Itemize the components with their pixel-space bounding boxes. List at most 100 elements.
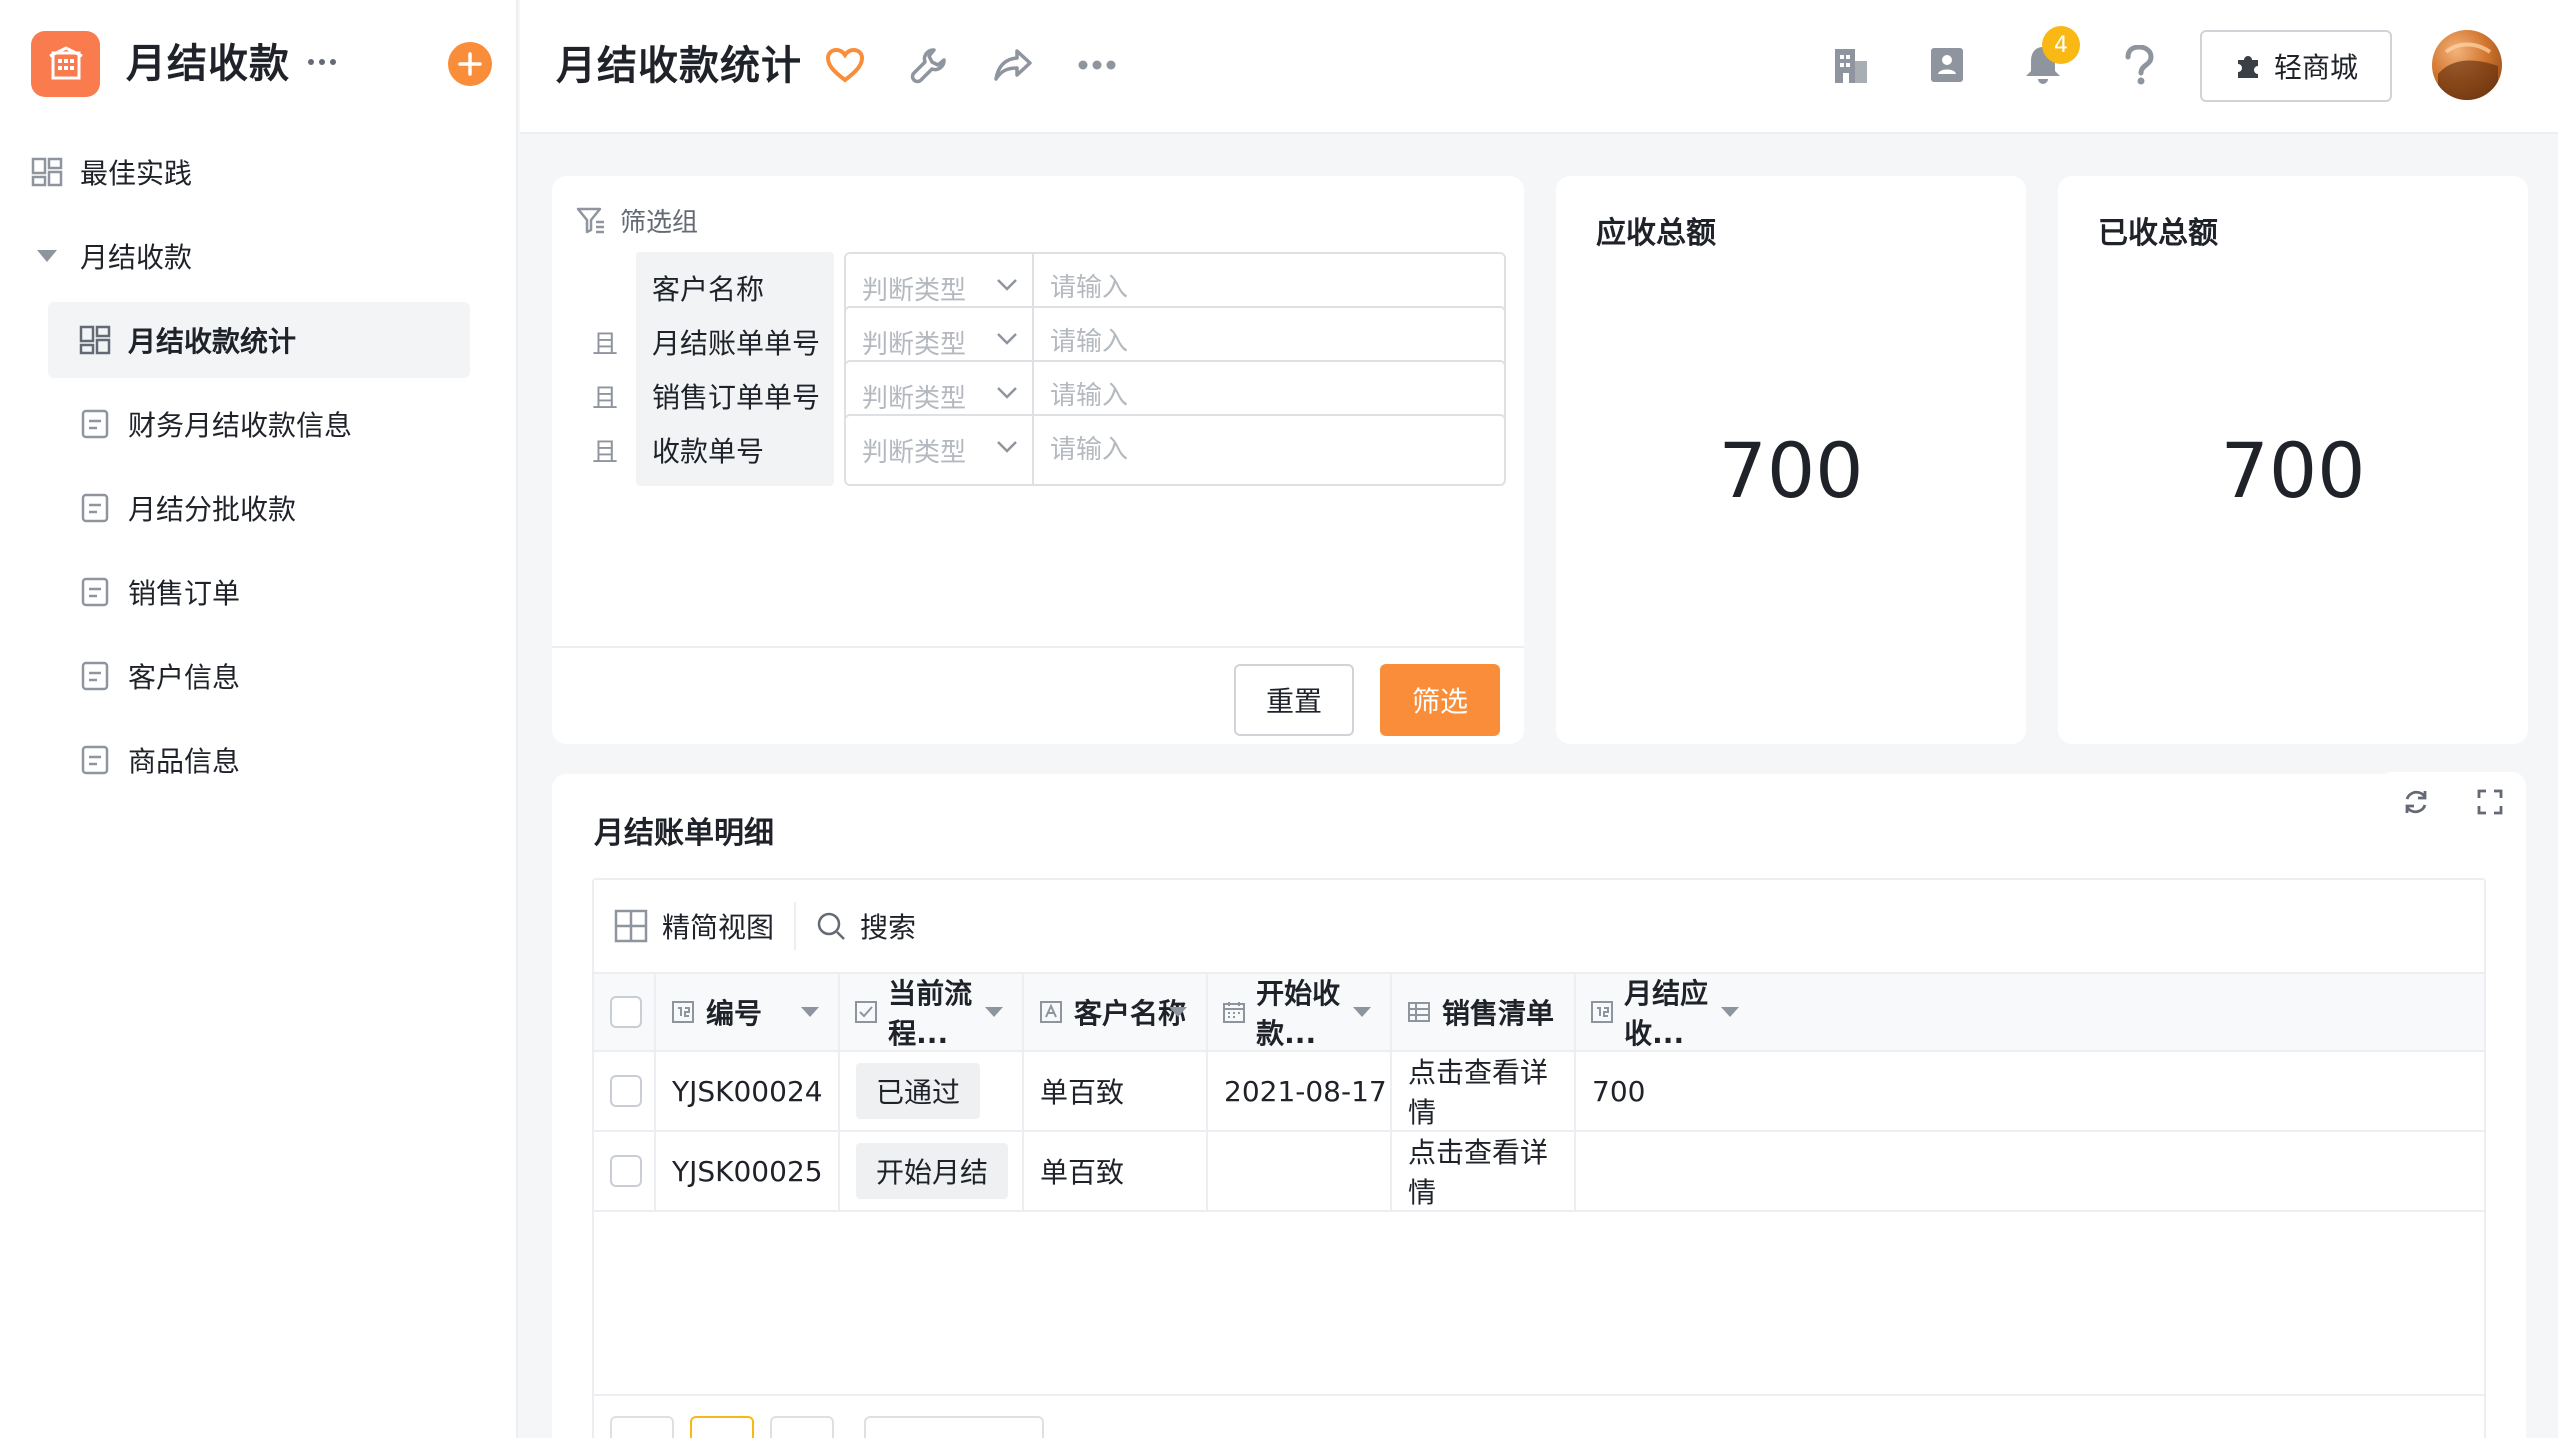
cell-status: 开始月结 (840, 1132, 1024, 1210)
sidebar-item-sales-order[interactable]: 销售订单 (78, 554, 478, 630)
caret-down-icon (985, 1007, 1003, 1017)
auto-number-icon (670, 999, 696, 1025)
filter-value-input[interactable] (1032, 414, 1506, 486)
row-select-cell (594, 1132, 656, 1210)
filter-icon (576, 207, 604, 234)
notification-bell-icon[interactable]: 4 (2018, 26, 2080, 90)
search-icon (817, 912, 845, 940)
cell-sales-link[interactable]: 点击查看详情 (1392, 1132, 1576, 1210)
caret-down-icon (1169, 1007, 1187, 1017)
refresh-icon[interactable] (2402, 788, 2430, 816)
search-label: 搜索 (860, 911, 917, 944)
more-icon[interactable] (300, 40, 344, 84)
sidebar-item-monthly-stats[interactable]: 月结收款统计 (48, 302, 470, 378)
help-icon[interactable] (2114, 40, 2164, 90)
next-page-button[interactable] (770, 1416, 834, 1438)
contacts-icon[interactable] (1922, 40, 1972, 90)
view-label: 精简视图 (662, 911, 775, 944)
filter-conjunction: 且 (592, 330, 619, 360)
column-label: 编号 (706, 997, 763, 1030)
filter-group-label: 筛选组 (620, 207, 699, 238)
store-button[interactable]: 轻商城 (2200, 30, 2392, 102)
more-options-icon[interactable] (1072, 40, 1122, 90)
sidebar-item-label: 销售订单 (128, 577, 241, 610)
sidebar-group-monthly[interactable]: 月结收款 (30, 218, 490, 294)
cell-start-date (1208, 1132, 1392, 1210)
divider (794, 902, 797, 950)
cell-start-date: 2021-08-17 (1208, 1052, 1392, 1130)
prev-page-button[interactable] (610, 1416, 674, 1438)
select-all-cell (594, 974, 656, 1050)
column-header[interactable]: 客户名称 (1024, 974, 1208, 1050)
sidebar-item-product-info[interactable]: 商品信息 (78, 722, 478, 798)
sidebar-item-label: 财务月结收款信息 (128, 409, 353, 442)
sidebar-item-finance-monthly[interactable]: 财务月结收款信息 (78, 386, 478, 462)
store-label: 轻商城 (2273, 51, 2358, 84)
data-grid: 精简视图 搜索 编号 当前流程... 客户名称 开始收款... 销售清单 月结应… (592, 878, 2486, 1438)
filter-type-placeholder: 判断类型 (862, 437, 967, 468)
cell-amount: 700 (1592, 1074, 1646, 1108)
app-logo[interactable] (31, 31, 100, 97)
text-icon (1038, 999, 1064, 1025)
filter-type-placeholder: 判断类型 (862, 275, 967, 306)
add-icon[interactable] (448, 42, 492, 86)
fullscreen-icon[interactable] (2477, 789, 2503, 815)
search-button[interactable]: 搜索 (816, 901, 916, 951)
avatar[interactable] (2432, 30, 2502, 100)
form-icon (78, 659, 112, 693)
filter-conjunction: 且 (592, 438, 619, 468)
page-size-select[interactable] (864, 1416, 1044, 1438)
table-row[interactable]: YJSK00025 开始月结 单百致 点击查看详情 (594, 1132, 2484, 1212)
cell-id: YJSK00024 (656, 1052, 840, 1130)
sidebar-item-label: 月结收款统计 (128, 325, 297, 358)
view-switch-button[interactable]: 精简视图 (614, 901, 774, 951)
column-header[interactable]: 开始收款... (1208, 974, 1392, 1050)
reset-button[interactable]: 重置 (1234, 664, 1354, 736)
column-label: 销售清单 (1442, 997, 1555, 1030)
dashboard-icon (30, 155, 64, 189)
filter-type-select[interactable]: 判断类型 (844, 414, 1034, 486)
sidebar-item-batch-collection[interactable]: 月结分批收款 (78, 470, 478, 546)
organization-icon[interactable] (1826, 40, 1876, 90)
sidebar-item-best-practice[interactable]: 最佳实践 (30, 134, 490, 210)
chevron-down-icon (997, 387, 1017, 399)
sidebar-item-customer-info[interactable]: 客户信息 (78, 638, 478, 714)
table-header: 编号 当前流程... 客户名称 开始收款... 销售清单 月结应收... (594, 972, 2484, 1052)
filter-group-header: 筛选组 (576, 200, 698, 240)
stat-value: 700 (1718, 426, 1864, 515)
filter-type-placeholder: 判断类型 (862, 383, 967, 414)
pagination (594, 1394, 2484, 1438)
favorite-icon[interactable] (820, 40, 870, 90)
stat-label: 已收总额 (2098, 216, 2218, 251)
filter-field-name: 收款单号 (636, 414, 834, 486)
form-icon (78, 575, 112, 609)
column-header[interactable]: 当前流程... (840, 974, 1024, 1050)
sidebar-item-label: 商品信息 (128, 745, 241, 778)
row-checkbox[interactable] (610, 1155, 642, 1187)
puzzle-icon (2237, 56, 2258, 78)
select-all-checkbox[interactable] (610, 996, 642, 1028)
chevron-down-icon (997, 441, 1017, 453)
filter-submit-button[interactable]: 筛选 (1380, 664, 1500, 736)
calendar-icon (1222, 999, 1246, 1025)
row-checkbox[interactable] (610, 1075, 642, 1107)
column-header[interactable]: 月结应收... (1576, 974, 1758, 1050)
sidebar-item-label: 月结分批收款 (128, 493, 297, 526)
current-page-button[interactable] (690, 1416, 754, 1438)
table-row[interactable]: YJSK00024 已通过 单百致 2021-08-17 点击查看详情 700 (594, 1052, 2484, 1132)
divider (552, 646, 1524, 648)
cell-sales-link[interactable]: 点击查看详情 (1392, 1052, 1576, 1130)
cell-customer: 单百致 (1024, 1052, 1208, 1130)
column-header[interactable]: 编号 (656, 974, 840, 1050)
wrench-icon[interactable] (904, 40, 954, 90)
stat-label: 应收总额 (1596, 216, 1716, 251)
table-panel: 月结账单明细 精简视图 搜索 编号 当前流程... 客户名称 开始收款... 销… (552, 772, 2526, 1438)
dashboard-icon (78, 323, 112, 357)
column-header[interactable]: 销售清单 (1392, 974, 1576, 1050)
page-title: 月结收款统计 (556, 43, 802, 89)
chevron-down-icon (997, 279, 1017, 291)
share-icon[interactable] (988, 40, 1038, 90)
app-title: 月结收款 (126, 41, 290, 87)
stat-card-receivable: 应收总额 700 (1556, 176, 2026, 744)
stat-card-received: 已收总额 700 (2058, 176, 2528, 744)
